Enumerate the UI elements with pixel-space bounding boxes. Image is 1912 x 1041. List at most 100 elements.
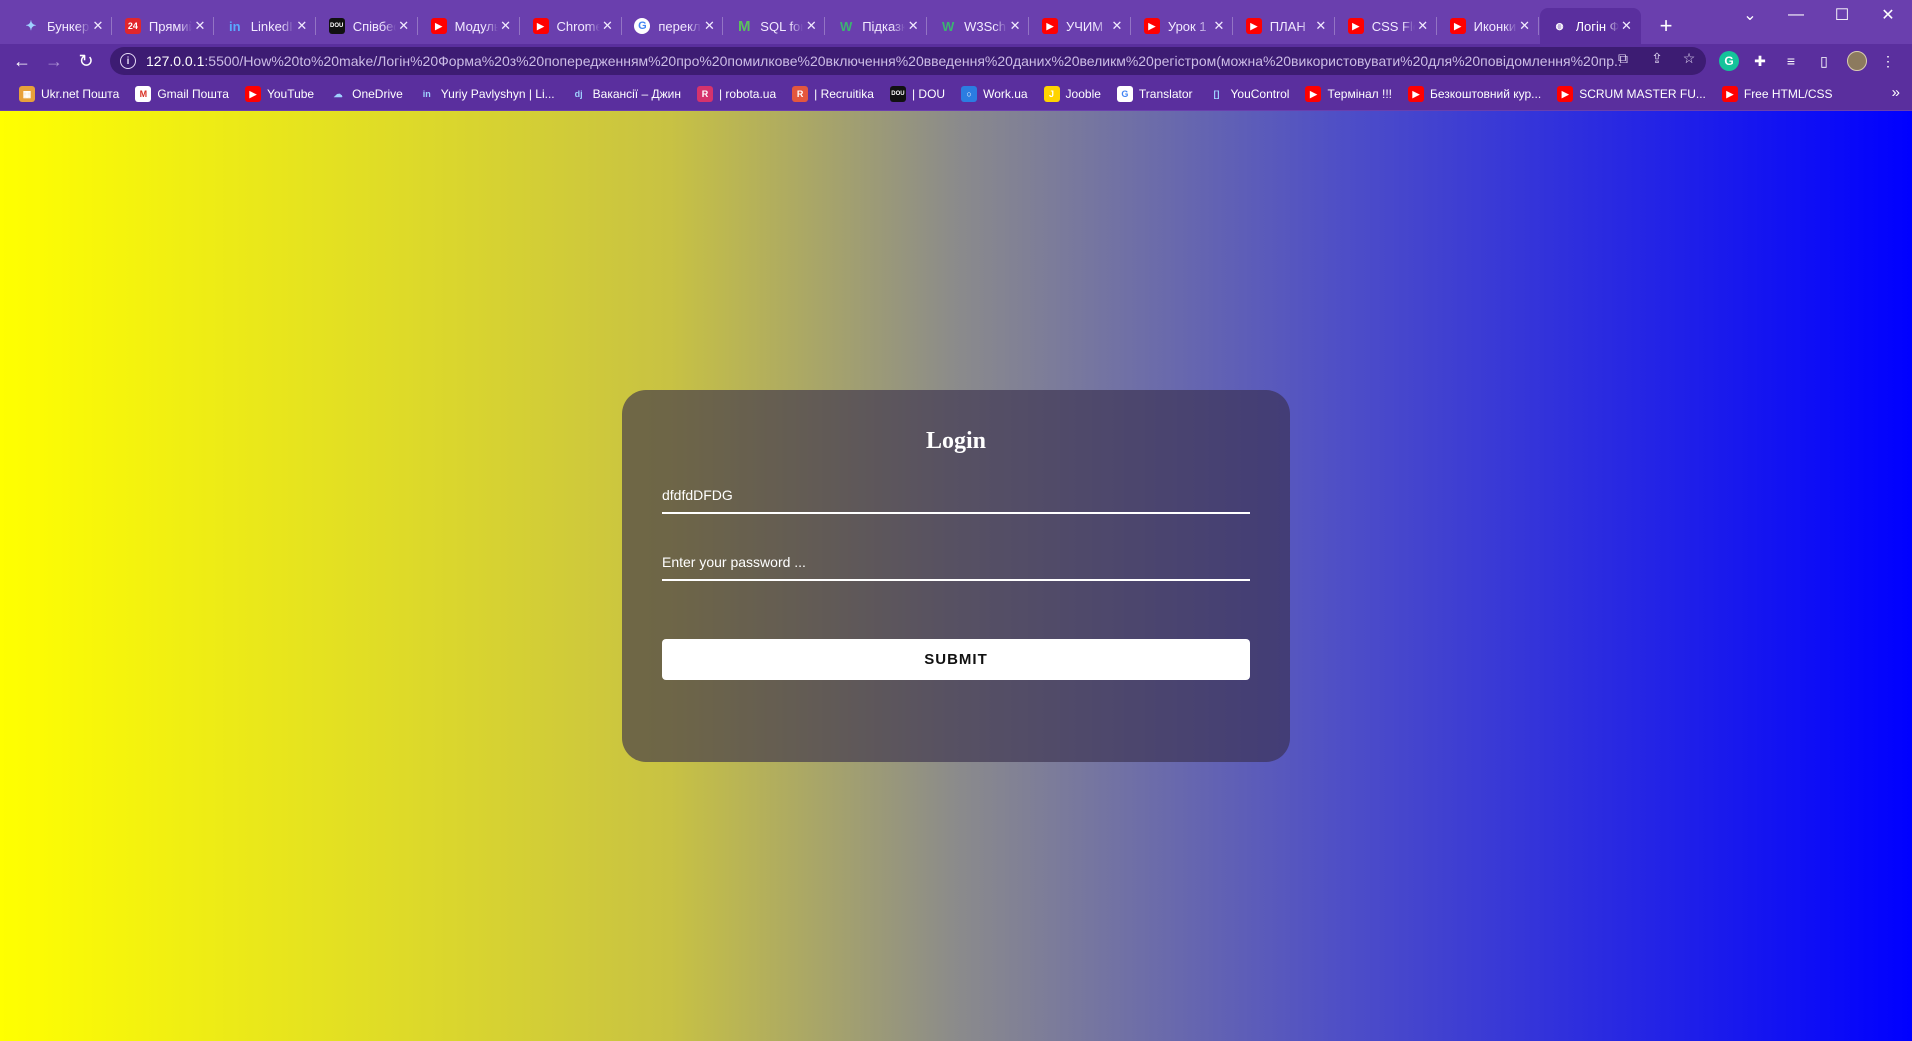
submit-button[interactable]: SUBMIT [662,639,1250,680]
tab-search-icon[interactable]: ⌄ [1727,0,1773,30]
bookmark-label: YouTube [266,87,315,101]
username-input[interactable] [662,487,1250,503]
url-text[interactable]: 127.0.0.1:5500/How%20to%20make/Логін%20Ф… [146,53,1621,69]
tab-close-icon[interactable]: ✕ [1007,18,1023,34]
browser-tab[interactable]: ▶ ПЛАН ✕ [1234,8,1335,44]
tab-close-icon[interactable]: ✕ [600,18,616,34]
browser-tab[interactable]: DOU Співбесіда✕ [317,8,418,44]
tab-title: Модуль [454,18,498,34]
browser-tab[interactable]: ▶ Иконки ✕ [1438,8,1539,44]
tab-title: УЧИМ [1066,18,1104,34]
tab-separator [722,17,724,35]
tab-title: Chrome [556,18,600,34]
side-panel-icon[interactable]: ▯ [1814,51,1834,71]
menu-kebab-icon[interactable]: ⋮ [1878,51,1898,71]
browser-tab[interactable]: M SQL for ✕ [724,8,826,44]
bookmark-label: | robota.ua [718,87,777,101]
reload-icon[interactable]: ↻ [73,48,99,74]
forward-icon[interactable]: → [41,48,67,74]
tab-close-icon[interactable]: ✕ [1415,18,1431,34]
tab-close-icon[interactable]: ✕ [1517,18,1533,34]
site-info-icon[interactable]: i [120,53,136,69]
tab-close-icon[interactable]: ✕ [1109,18,1125,34]
back-icon[interactable]: ← [9,48,35,74]
bookmark-star-icon[interactable]: ☆ [1680,49,1698,67]
password-input[interactable] [662,554,1250,570]
new-tab-button[interactable]: + [1653,13,1679,39]
browser-tab[interactable]: W Підказки✕ [826,8,928,44]
youtube-icon: ▶ [430,18,447,34]
bookmark-label: Ukr.net Пошта [41,87,120,101]
browser-tab[interactable]: W W3Schools✕ [928,8,1030,44]
url-path: :5500/How%20to%20make/Логін%20Форма%20з%… [204,53,1621,69]
close-window-button[interactable]: ✕ [1865,0,1911,30]
bookmark-item[interactable]: DOU | DOU [884,82,951,106]
tab-close-icon[interactable]: ✕ [803,18,819,34]
tab-separator [518,17,520,35]
bookmark-item[interactable]: ▶ Безкоштовний кур... [1402,82,1547,106]
browser-tab[interactable]: ▶ УЧИМ ✕ [1030,8,1131,44]
tab-separator [824,17,826,35]
maximize-button[interactable]: ☐ [1819,0,1865,30]
browser-tab[interactable]: ◍ Логін Форма✕ [1539,8,1641,44]
bookmark-item[interactable]: ▶ SCRUM MASTER FU... [1551,82,1712,106]
youtube-icon: ▶ [1408,86,1424,102]
browser-tab[interactable]: ▶ Chrome ✕ [521,8,622,44]
tab-close-icon[interactable]: ✕ [1211,18,1227,34]
bookmark-item[interactable]: J Jooble [1038,82,1107,106]
tab-close-icon[interactable]: ✕ [396,18,412,34]
tab-close-icon[interactable]: ✕ [905,18,921,34]
tab-title: Підказки [862,18,906,34]
profile-avatar[interactable] [1847,51,1867,71]
tab-close-icon[interactable]: ✕ [192,18,208,34]
browser-tab[interactable]: ▶ Урок 1 ✕ [1132,8,1233,44]
tab-title: Прямий [148,18,192,34]
bookmark-item[interactable]: M Gmail Пошта [129,82,235,106]
grammarly-icon[interactable]: G [1719,51,1739,71]
bookmark-item[interactable]: ☁ OneDrive [324,82,409,106]
share-icon[interactable]: ⇪ [1648,49,1666,67]
tab-separator [1435,17,1437,35]
bookmarks-bar: ▦ Ukr.net Пошта M Gmail Пошта ▶ YouTube ☁ OneDr… [0,78,1912,110]
tab-title: Логін Форма [1575,18,1619,34]
browser-tab[interactable]: Gпереклад✕ [622,8,724,44]
browser-tab[interactable]: 24 Прямий ✕ [113,8,214,44]
tab-close-icon[interactable]: ✕ [701,18,717,34]
bookmark-item[interactable]: G Translator [1111,82,1199,106]
tab-close-icon[interactable]: ✕ [498,18,514,34]
tab-close-icon[interactable]: ✕ [1619,18,1635,34]
bookmark-item[interactable]: ▶ Термінал !!! [1299,82,1398,106]
bookmark-item[interactable]: ▦ Ukr.net Пошта [13,82,125,106]
youtube-icon: ▶ [1721,86,1738,102]
bookmark-label: Gmail Пошта [157,87,229,101]
bookmark-item[interactable]: [] YouControl [1203,82,1296,106]
mate-icon: M [738,17,751,35]
extensions-icon[interactable]: ✚ [1750,51,1770,71]
more-bookmarks-icon[interactable]: » [1892,84,1900,101]
bookmark-item[interactable]: ▶ YouTube [239,82,320,106]
bookmark-item[interactable]: ▶ Free HTML/CSS [1716,82,1839,106]
tab-title: CSS Flex [1371,18,1415,34]
w3schools-icon: W [941,18,955,34]
browser-tab[interactable]: ▶ CSS Flex✕ [1336,8,1437,44]
translate-icon[interactable]: ⧉ [1614,49,1632,67]
browser-tab[interactable]: in LinkedIn✕ [215,8,316,44]
browser-tab[interactable]: ▶ Модуль ✕ [419,8,520,44]
bookmark-item[interactable]: dj Вакансії – Джин [565,82,687,106]
bookmark-item[interactable]: R | robota.ua [691,82,782,106]
address-bar[interactable]: i 127.0.0.1:5500/How%20to%20make/Логін%2… [110,47,1706,75]
media-control-icon[interactable]: ≡ [1781,51,1801,71]
bookmark-item[interactable]: ○ Work.ua [955,82,1033,106]
bookmark-item[interactable]: in Yuriy Pavlyshyn | Li... [413,82,561,106]
bookmark-item[interactable]: R | Recruitika [786,82,880,106]
url-host: 127.0.0.1 [146,53,205,69]
tab-close-icon[interactable]: ✕ [294,18,310,34]
tab-close-icon[interactable]: ✕ [1313,18,1329,34]
minimize-button[interactable]: — [1773,0,1819,30]
browser-toolbar: ← → ↻ i 127.0.0.1:5500/How%20to%20make/Л… [0,44,1912,78]
bookmark-label: Translator [1138,87,1193,101]
browser-tab[interactable]: ✦ Бункер ✕ [11,8,112,44]
tab-separator [111,17,112,35]
tab-close-icon[interactable]: ✕ [90,18,106,34]
youtube-icon: ▶ [1042,18,1058,34]
